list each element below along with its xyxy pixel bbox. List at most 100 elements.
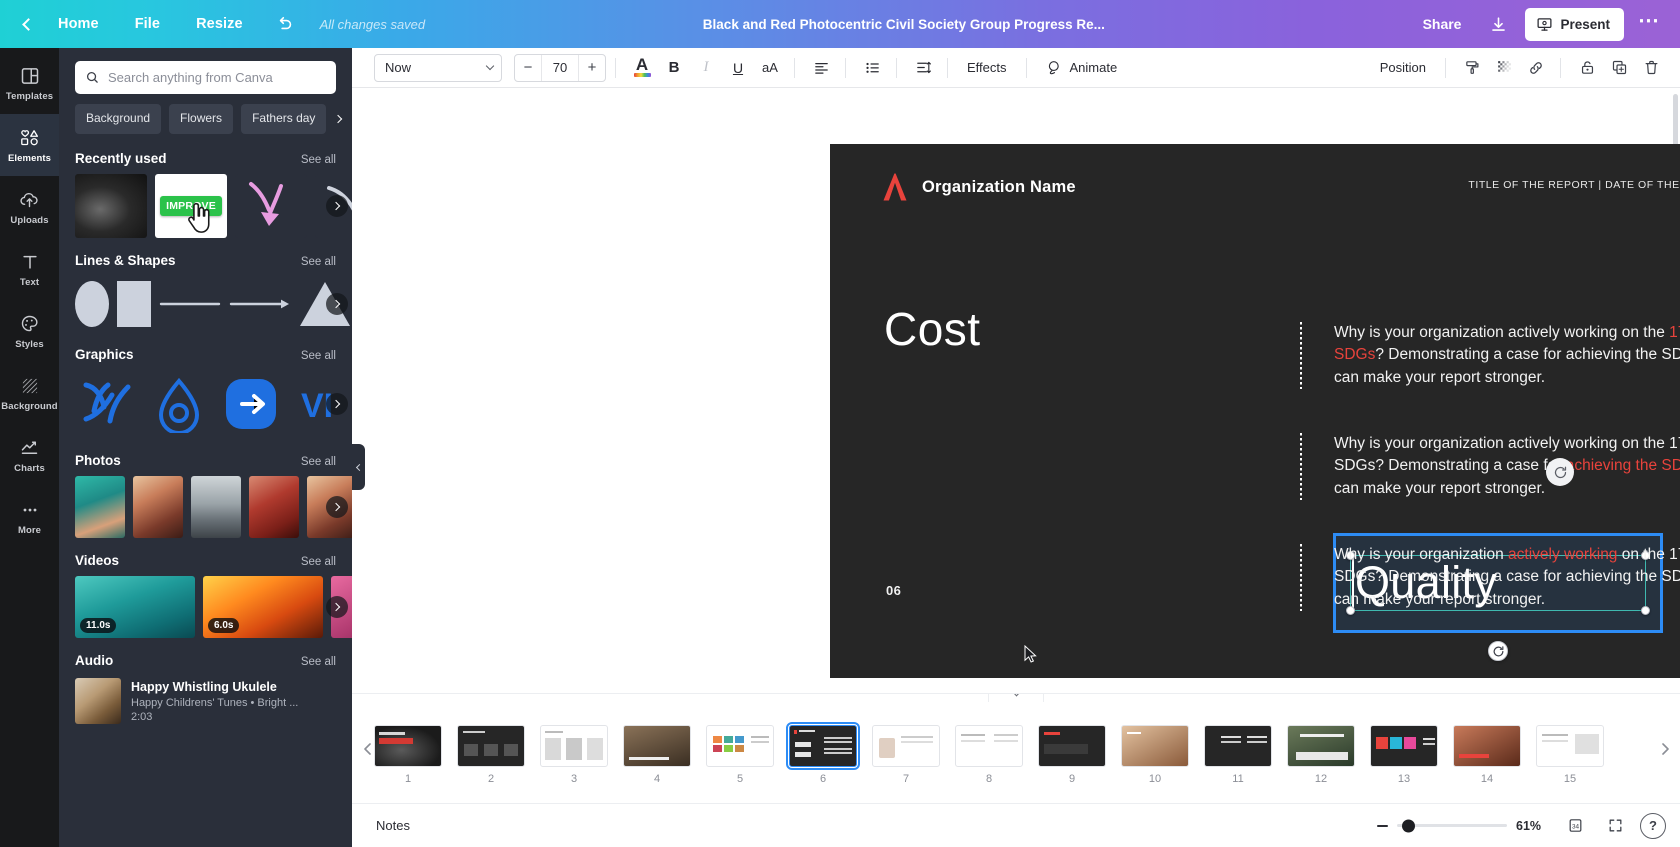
- page-item[interactable]: 3: [540, 724, 608, 785]
- chip-fathers-day[interactable]: Fathers day: [241, 104, 327, 134]
- line-spacing-button[interactable]: [908, 53, 938, 83]
- transparency-button[interactable]: [1489, 53, 1519, 83]
- page-item[interactable]: 13: [1370, 724, 1438, 785]
- photo-item-4[interactable]: [249, 476, 299, 538]
- graphic-item-2[interactable]: [147, 372, 211, 436]
- chips-next-button[interactable]: [326, 104, 352, 134]
- resize-button[interactable]: Resize: [178, 10, 261, 38]
- zoom-slider-knob[interactable]: [1402, 819, 1416, 832]
- recently-used-next-button[interactable]: [326, 195, 348, 217]
- shape-square[interactable]: [116, 281, 151, 327]
- page-item[interactable]: 5: [706, 724, 774, 785]
- download-button[interactable]: [1481, 8, 1515, 40]
- help-button[interactable]: ?: [1640, 812, 1666, 839]
- chip-flowers[interactable]: Flowers: [169, 104, 234, 134]
- copy-style-button[interactable]: [1457, 53, 1487, 83]
- search-input[interactable]: [108, 70, 326, 85]
- share-button[interactable]: Share: [1407, 9, 1478, 39]
- zoom-out-button[interactable]: [1377, 824, 1388, 827]
- video-item-2[interactable]: 6.0s: [203, 576, 323, 638]
- slide-canvas[interactable]: Organization Name TITLE OF THE REPORT | …: [830, 144, 1680, 678]
- sidebar-item-templates[interactable]: Templates: [0, 52, 59, 114]
- recent-item-smoke[interactable]: [75, 174, 147, 238]
- sidebar-item-more[interactable]: More: [0, 486, 59, 548]
- bullet-list-button[interactable]: [857, 53, 887, 83]
- canvas-area[interactable]: Organization Name TITLE OF THE REPORT | …: [352, 88, 1680, 693]
- font-size-value[interactable]: 70: [541, 54, 579, 81]
- see-all-videos[interactable]: See all: [301, 556, 336, 568]
- file-menu[interactable]: File: [117, 10, 178, 38]
- graphic-item-3[interactable]: [219, 372, 283, 436]
- align-button[interactable]: [806, 53, 836, 83]
- effects-button[interactable]: Effects: [957, 54, 1017, 81]
- see-all-lines-shapes[interactable]: See all: [301, 256, 336, 268]
- see-all-recently-used[interactable]: See all: [301, 154, 336, 166]
- zoom-slider-track[interactable]: [1397, 819, 1507, 832]
- font-size-increase[interactable]: +: [579, 55, 605, 81]
- back-button[interactable]: [14, 9, 40, 39]
- undo-button[interactable]: [261, 9, 308, 40]
- recent-item-improve[interactable]: IMPROVE: [155, 174, 227, 238]
- pages-scroll-right[interactable]: [1658, 694, 1672, 803]
- video-item-1[interactable]: 11.0s: [75, 576, 195, 638]
- pages-strip-collapse-button[interactable]: [988, 694, 1044, 702]
- photo-item-1[interactable]: [75, 476, 125, 538]
- chip-background[interactable]: Background: [75, 104, 162, 134]
- see-all-photos[interactable]: See all: [301, 456, 336, 468]
- sidebar-item-styles[interactable]: Styles: [0, 300, 59, 362]
- home-menu[interactable]: Home: [40, 10, 117, 38]
- photo-item-3[interactable]: [191, 476, 241, 538]
- duplicate-button[interactable]: [1604, 53, 1634, 83]
- page-item[interactable]: 1: [374, 724, 442, 785]
- text-color-button[interactable]: A: [627, 53, 657, 83]
- sidebar-item-background[interactable]: Background: [0, 362, 59, 424]
- present-button[interactable]: Present: [1525, 7, 1625, 41]
- font-size-decrease[interactable]: −: [515, 55, 541, 81]
- link-button[interactable]: [1521, 53, 1551, 83]
- shape-arrow[interactable]: [229, 281, 291, 327]
- sidebar-item-elements[interactable]: Elements: [0, 114, 59, 176]
- notes-button[interactable]: Notes: [366, 812, 420, 839]
- more-options-button[interactable]: ⋯: [1628, 10, 1670, 34]
- page-item[interactable]: 11: [1204, 724, 1272, 785]
- canvas-refresh-button[interactable]: [1546, 458, 1574, 486]
- see-all-audio[interactable]: See all: [301, 656, 336, 668]
- heading-cost[interactable]: Cost: [884, 302, 981, 356]
- page-item[interactable]: 15: [1536, 724, 1604, 785]
- page-count-button[interactable]: 34: [1560, 812, 1590, 840]
- shape-line[interactable]: [159, 281, 221, 327]
- underline-button[interactable]: U: [723, 53, 753, 83]
- fullscreen-button[interactable]: [1600, 812, 1630, 840]
- lines-shapes-next-button[interactable]: [326, 293, 348, 315]
- videos-next-button[interactable]: [326, 596, 348, 618]
- animate-button[interactable]: Animate: [1036, 54, 1128, 81]
- sidebar-item-uploads[interactable]: Uploads: [0, 176, 59, 238]
- page-item[interactable]: 14: [1453, 724, 1521, 785]
- page-item[interactable]: 10: [1121, 724, 1189, 785]
- sidebar-item-text[interactable]: Text: [0, 238, 59, 300]
- text-block-3[interactable]: Why is your organization actively workin…: [1300, 543, 1680, 611]
- delete-button[interactable]: [1636, 53, 1666, 83]
- page-item[interactable]: 8: [955, 724, 1023, 785]
- recent-item-pink-arrow[interactable]: [235, 174, 307, 238]
- document-title[interactable]: Black and Red Photocentric Civil Society…: [703, 17, 1105, 32]
- lock-button[interactable]: [1572, 53, 1602, 83]
- photo-item-2[interactable]: [133, 476, 183, 538]
- text-case-button[interactable]: aA: [755, 53, 785, 83]
- shape-circle[interactable]: [75, 281, 109, 327]
- graphic-item-1[interactable]: [75, 372, 139, 436]
- page-item-selected[interactable]: 6: [786, 721, 860, 785]
- text-block-1[interactable]: Why is your organization actively workin…: [1300, 322, 1680, 389]
- see-all-graphics[interactable]: See all: [301, 350, 336, 362]
- photos-next-button[interactable]: [326, 496, 348, 518]
- search-box[interactable]: [75, 61, 336, 94]
- font-family-select[interactable]: Now: [374, 53, 502, 82]
- page-item[interactable]: 9: [1038, 724, 1106, 785]
- position-button[interactable]: Position: [1370, 54, 1436, 81]
- page-item[interactable]: 2: [457, 724, 525, 785]
- page-item[interactable]: 4: [623, 724, 691, 785]
- page-item[interactable]: 12: [1287, 724, 1355, 785]
- pages-scroll-left[interactable]: [360, 694, 374, 803]
- audio-list-item[interactable]: Happy Whistling Ukulele Happy Childrens'…: [59, 676, 352, 724]
- page-item[interactable]: 7: [872, 724, 940, 785]
